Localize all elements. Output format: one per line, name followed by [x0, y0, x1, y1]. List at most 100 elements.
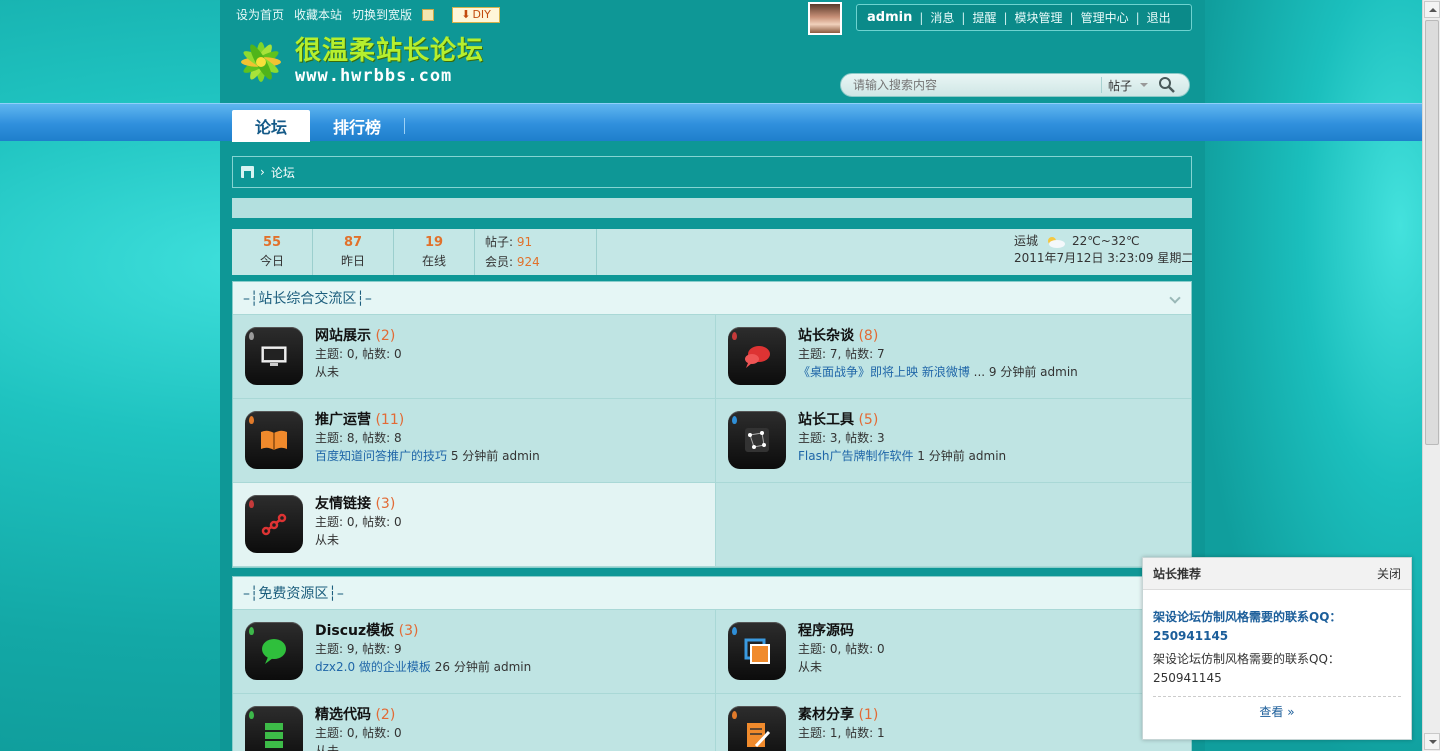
search-type-select[interactable]: 帖子 [1101, 77, 1153, 93]
weather-temp: 22℃~32℃ [1072, 234, 1140, 248]
messages-link[interactable]: 消息 [930, 9, 954, 26]
popup-headline[interactable]: 架设论坛仿制风格需要的联系QQ：250941145 [1153, 608, 1401, 646]
forum-stats: 主题: 9, 帖数: 9 [315, 642, 402, 656]
admin-center-link[interactable]: 管理中心 [1081, 9, 1129, 26]
avatar[interactable] [808, 2, 842, 35]
home-icon[interactable] [241, 166, 254, 178]
download-arrow-icon: ⬇ [461, 8, 471, 21]
breadcrumb-current[interactable]: 论坛 [271, 164, 295, 181]
last-post-info: 5 分钟前 admin [447, 449, 540, 463]
forum-last-post: Flash广告牌制作软件 1 分钟前 admin [798, 447, 1006, 465]
logout-link[interactable]: 退出 [1147, 9, 1171, 26]
forum-name-link[interactable]: 网站展示 [315, 328, 371, 344]
forum-stats: 主题: 3, 帖数: 3 [798, 431, 885, 445]
site-logo[interactable]: 很温柔站长论坛 www.hwrbbs.com [233, 32, 484, 90]
forum-last-post: 从未 [315, 742, 402, 751]
link-icon[interactable] [245, 495, 303, 553]
forum-new-count: (5) [854, 412, 879, 428]
recommend-popup: 站长推荐 关闭 架设论坛仿制风格需要的联系QQ：250941145 架设论坛仿制… [1142, 557, 1412, 740]
flower-logo-icon [233, 32, 293, 90]
user-bar: admin | 消息 | 提醒 | 模块管理 | 管理中心 | 退出 [856, 4, 1192, 31]
chat-bubble-icon[interactable] [728, 327, 786, 385]
logo-url: www.hwrbbs.com [295, 66, 453, 86]
forum-new-count: (3) [394, 623, 419, 639]
forum-last-post: 《桌面战争》即将上映 新浪微博 ... 9 分钟前 admin [798, 363, 1078, 381]
server-icon[interactable] [245, 706, 303, 751]
forum-stats: 主题: 0, 帖数: 0 [798, 642, 885, 656]
search-button[interactable] [1153, 74, 1181, 96]
monitor-icon[interactable] [245, 327, 303, 385]
forum-stats: 主题: 8, 帖数: 8 [315, 431, 402, 445]
popup-text: 架设论坛仿制风格需要的联系QQ：250941145 [1153, 650, 1401, 697]
nav-divider [404, 118, 405, 134]
wide-mode-link[interactable]: 切换到宽版 [352, 6, 412, 23]
forum-item[interactable]: 程序源码 主题: 0, 帖数: 0 从未 [716, 610, 1191, 694]
popup-view-link[interactable]: 查看 » [1153, 703, 1401, 720]
search-input[interactable] [841, 74, 1101, 96]
forum-name-link[interactable]: 友情链接 [315, 496, 371, 512]
notice-bar [232, 198, 1192, 218]
speech-icon[interactable] [245, 622, 303, 680]
forum-last-post: 从未 [315, 363, 402, 381]
stat-today-value: 55 [262, 235, 282, 250]
scroll-down-button[interactable] [1424, 733, 1440, 750]
popup-title: 站长推荐 [1153, 567, 1202, 581]
section-header[interactable]: –┆站长综合交流区┆– [233, 282, 1191, 315]
forum-item[interactable]: 素材分享 (1) 主题: 1, 帖数: 1 [716, 694, 1191, 751]
forum-new-count: (3) [371, 496, 396, 512]
notifications-link[interactable]: 提醒 [972, 9, 996, 26]
search-icon [1159, 77, 1175, 93]
forum-name-link[interactable]: 精选代码 [315, 707, 371, 723]
style-switch-icon[interactable] [422, 8, 435, 21]
set-homepage-link[interactable]: 设为首页 [236, 6, 284, 23]
bookmark-link[interactable]: 收藏本站 [294, 6, 342, 23]
members-count: 924 [516, 255, 540, 269]
weather-widget: 运城 22℃~32℃ 2011年7月12日 3:23:09 星期二 [1014, 229, 1192, 275]
stat-yesterday-value: 87 [343, 235, 363, 250]
forum-item[interactable]: 站长工具 (5) 主题: 3, 帖数: 3 Flash广告牌制作软件 1 分钟前 a… [716, 399, 1191, 483]
last-post-link[interactable]: 百度知道问答推广的技巧 [315, 449, 447, 463]
posts-count: 91 [516, 235, 533, 249]
module-manage-link[interactable]: 模块管理 [1015, 9, 1063, 26]
forum-name-link[interactable]: 推广运营 [315, 412, 371, 428]
popup-close-button[interactable]: 关闭 [1377, 565, 1401, 582]
forum-new-count: (2) [371, 707, 396, 723]
members-label: 会员: [485, 255, 517, 269]
username-link[interactable]: admin [867, 10, 912, 25]
last-post-link[interactable]: dzx2.0 做的企业模板 [315, 660, 431, 674]
diy-button[interactable]: ⬇ DIY [452, 6, 501, 23]
forum-new-count: (2) [371, 328, 396, 344]
tab-forum[interactable]: 论坛 [232, 110, 310, 142]
forum-name-link[interactable]: 站长杂谈 [798, 328, 854, 344]
edit-icon[interactable] [728, 706, 786, 751]
section-title[interactable]: –┆免费资源区┆– [243, 583, 344, 603]
forum-item[interactable]: 精选代码 (2) 主题: 0, 帖数: 0 从未 [233, 694, 716, 751]
section-header[interactable]: –┆免费资源区┆– [233, 577, 1191, 610]
forum-stats: 主题: 0, 帖数: 0 [315, 347, 402, 361]
forum-item[interactable]: 站长杂谈 (8) 主题: 7, 帖数: 7 《桌面战争》即将上映 新浪微博 ... … [716, 315, 1191, 399]
forum-item[interactable]: 推广运营 (11) 主题: 8, 帖数: 8 百度知道问答推广的技巧 5 分钟前 a… [233, 399, 716, 483]
last-post-info: ... 9 分钟前 admin [969, 365, 1078, 379]
network-icon[interactable] [728, 411, 786, 469]
stat-today: 55 今日 [232, 229, 313, 275]
forum-name-link[interactable]: 素材分享 [798, 707, 854, 723]
section-title[interactable]: –┆站长综合交流区┆– [243, 288, 372, 308]
collapse-icon[interactable] [1169, 292, 1181, 304]
frame-icon[interactable] [728, 622, 786, 680]
forum-name-link[interactable]: 程序源码 [798, 623, 854, 639]
stat-online[interactable]: 19 在线 [394, 229, 475, 275]
scroll-up-button[interactable] [1424, 1, 1440, 18]
page-scrollbar[interactable] [1422, 0, 1440, 751]
forum-name-link[interactable]: Discuz模板 [315, 623, 394, 639]
book-icon[interactable] [245, 411, 303, 469]
forum-item[interactable]: Discuz模板 (3) 主题: 9, 帖数: 9 dzx2.0 做的企业模板 26… [233, 610, 716, 694]
forum-item[interactable]: 网站展示 (2) 主题: 0, 帖数: 0 从未 [233, 315, 716, 399]
forum-last-post: 从未 [315, 531, 402, 549]
tab-ranking[interactable]: 排行榜 [318, 110, 396, 142]
forum-item[interactable]: 友情链接 (3) 主题: 0, 帖数: 0 从未 [233, 483, 716, 567]
breadcrumb-separator: › [260, 165, 265, 179]
last-post-link[interactable]: 《桌面战争》即将上映 新浪微博 [798, 365, 970, 379]
scroll-thumb[interactable] [1425, 20, 1439, 445]
forum-name-link[interactable]: 站长工具 [798, 412, 854, 428]
last-post-link[interactable]: Flash广告牌制作软件 [798, 449, 913, 463]
